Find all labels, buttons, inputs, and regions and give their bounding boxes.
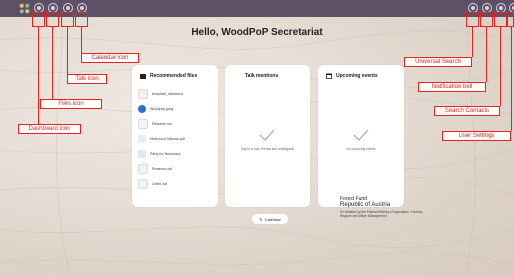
image-file-icon <box>138 149 146 158</box>
file-name: Reasons.odt <box>152 166 173 171</box>
checkmark-icon <box>259 129 275 141</box>
calendar-button[interactable]: ✎ Calendar <box>252 214 288 224</box>
contacts-highlight-box <box>494 12 507 27</box>
files-highlight-box <box>46 12 59 27</box>
talk-empty-text: Say hi to your friends and colleagues! <box>240 147 295 151</box>
calendar-small-icon <box>326 73 332 79</box>
universal-search-label: Universal Search <box>404 57 472 67</box>
upcoming-events-title: Upcoming events <box>336 73 378 79</box>
dashboard-icon-label: Dashboard icon <box>18 124 81 134</box>
calendar-highlight-box <box>75 12 88 27</box>
document-file-icon <box>138 178 148 189</box>
file-item[interactable]: Party for Nextcloud <box>138 149 181 158</box>
dashboard-highlight-box <box>32 12 45 27</box>
file-name: Letter.odt <box>152 181 167 186</box>
file-item[interactable]: Readme.md <box>138 118 172 129</box>
notification-highlight-box <box>480 12 493 27</box>
file-item[interactable]: Letter.odt <box>138 178 167 189</box>
file-item[interactable]: Woodpop.jpeg <box>138 104 173 113</box>
app-logo-icon[interactable] <box>19 3 30 14</box>
talk-highlight-box <box>61 12 74 27</box>
file-name: Party for Nextcloud <box>150 151 181 156</box>
notification-bell-label: Notification bell <box>418 82 486 92</box>
pencil-icon: ✎ <box>259 216 263 222</box>
recommended-files-title: Recommended files <box>150 73 198 79</box>
recommended-files-panel: Recommended files template_dashbord Wood… <box>132 65 218 207</box>
search-highlight-box <box>466 12 479 27</box>
talk-mentions-panel: Talk mentions Say hi to your friends and… <box>225 65 310 207</box>
file-name: Readme.md <box>152 121 172 126</box>
document-file-icon <box>138 163 148 174</box>
logo-line2: Republic of Austria <box>340 202 391 208</box>
file-icon <box>138 88 148 99</box>
upcoming-events-header: Upcoming events <box>326 73 378 79</box>
notification-connector <box>486 27 487 82</box>
calendar-button-label: Calendar <box>264 216 281 222</box>
file-name: Woodpop.jpeg <box>150 106 174 111</box>
file-item[interactable]: Nextcloud Manual.pdf <box>138 134 185 143</box>
files-icon-label: Files icon <box>40 99 102 109</box>
forest-fund-logo: Forest Fund Republic of Austria An initi… <box>340 196 426 218</box>
dashboard-connector <box>38 27 39 124</box>
logo-small-text: An initiative by the Federal Ministry of… <box>340 210 424 218</box>
text-file-icon <box>138 118 148 129</box>
upcoming-events-panel: Upcoming events No upcoming events <box>318 65 404 207</box>
search-contacts-label: Search Contacts <box>434 106 500 116</box>
calendar-icon-label: Calendar icon <box>81 53 139 63</box>
folder-icon <box>140 73 146 79</box>
image-file-icon <box>138 104 146 113</box>
calendar-connector <box>81 27 82 53</box>
pdf-file-icon <box>138 134 146 143</box>
contacts-connector <box>500 27 501 106</box>
file-name: template_dashbord <box>152 91 183 96</box>
user-settings-connector <box>511 27 512 131</box>
file-name: Nextcloud Manual.pdf <box>150 136 185 141</box>
talk-mentions-title: Talk mentions <box>245 73 279 79</box>
user-settings-label: User Settings <box>442 131 511 141</box>
checkmark-icon <box>353 129 369 141</box>
file-item[interactable]: Reasons.odt <box>138 163 173 174</box>
files-connector <box>52 27 53 99</box>
events-empty-text: No upcoming events <box>346 147 376 151</box>
page-title: Hello, WoodPoP Secretariat <box>191 27 323 38</box>
talk-icon-label: Talk icon <box>67 74 107 84</box>
talk-connector <box>67 27 68 74</box>
file-item[interactable]: template_dashbord <box>138 88 183 99</box>
search-connector <box>472 27 473 57</box>
user-settings-highlight-box <box>507 12 514 27</box>
recommended-files-header: Recommended files <box>140 73 197 79</box>
